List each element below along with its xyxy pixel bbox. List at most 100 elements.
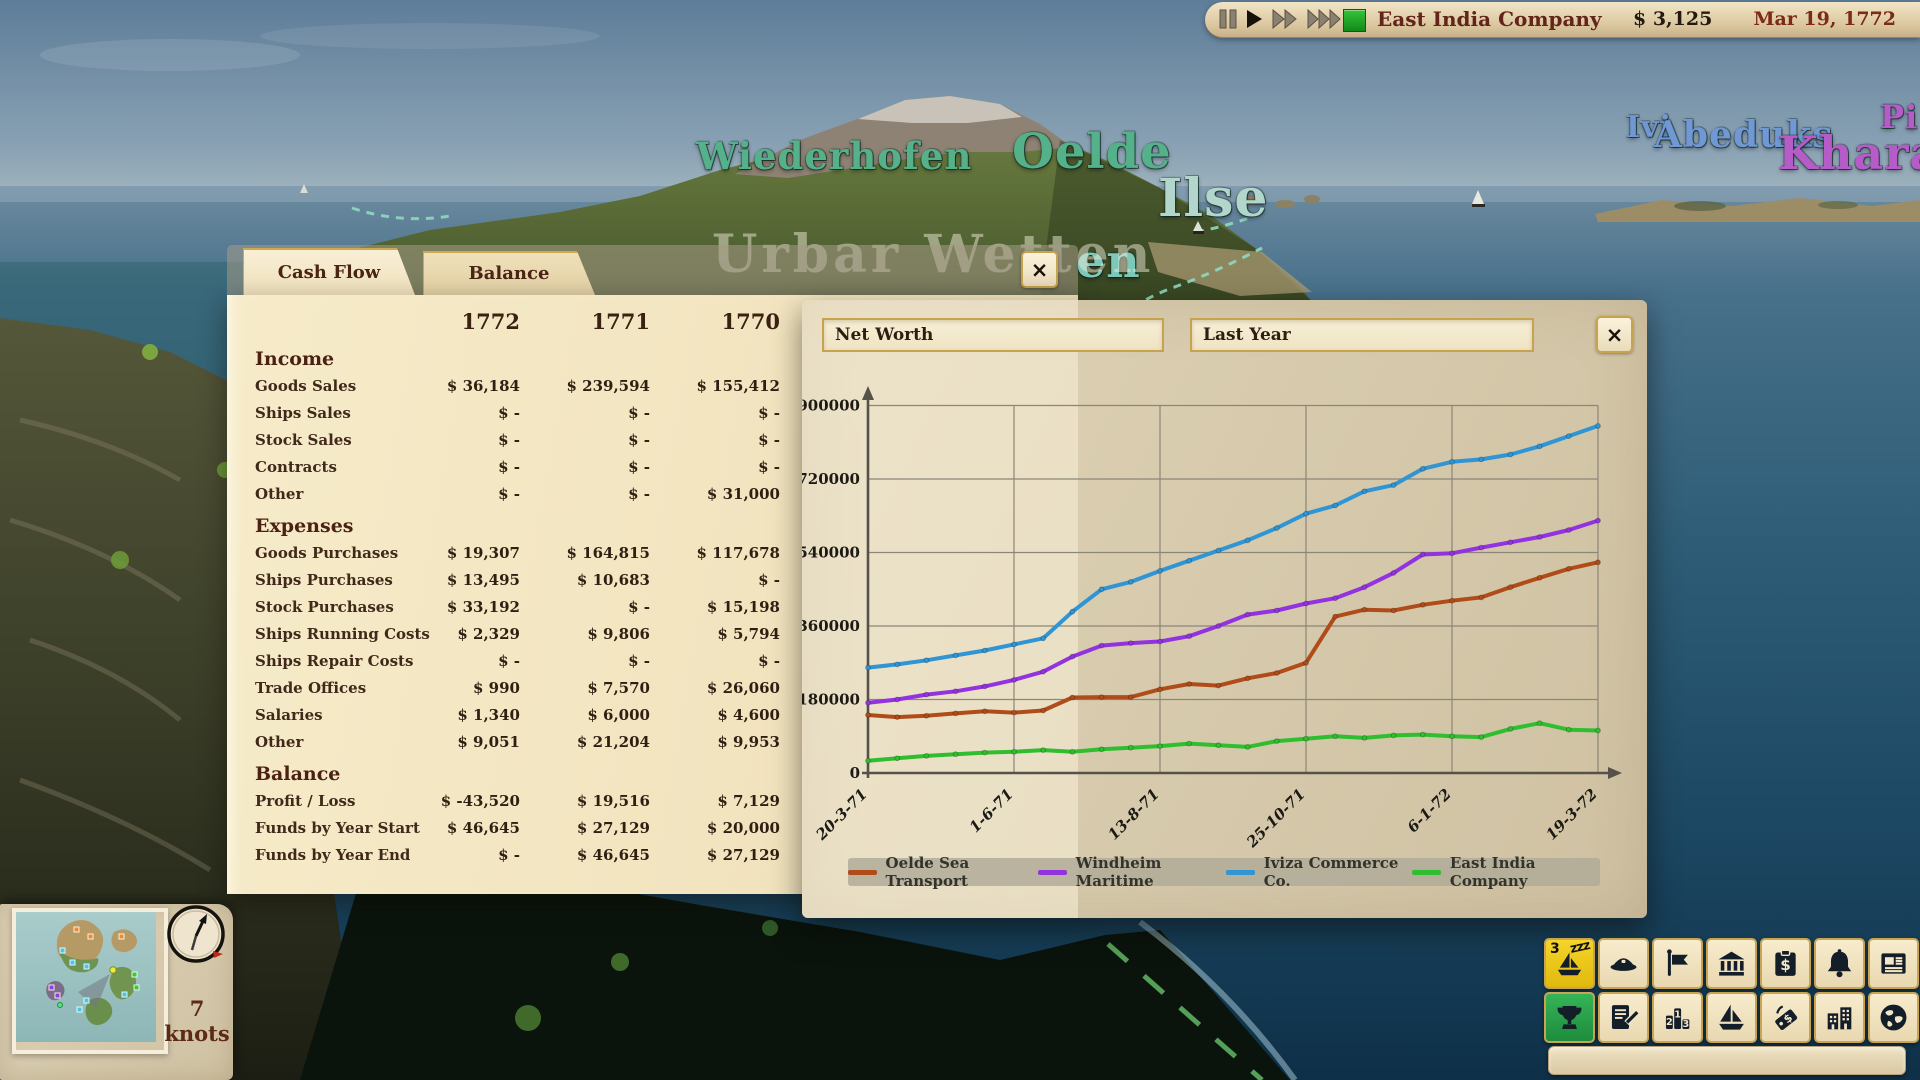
row-value: $ 117,678 <box>650 540 780 567</box>
y-axis-tick-label: 720000 <box>802 470 860 488</box>
tab-balance[interactable]: Balance <box>423 251 595 295</box>
tab-cash-flow[interactable]: Cash Flow <box>243 248 415 295</box>
row-value: $ 6,000 <box>520 702 650 729</box>
play-button[interactable] <box>1246 7 1263 31</box>
bank-button[interactable] <box>1706 938 1757 989</box>
bell-button[interactable] <box>1814 938 1865 989</box>
x-axis-tick-label: 25-10-71 <box>1242 785 1309 852</box>
row-value: $ - <box>390 427 520 454</box>
chart-legend: Oelde Sea TransportWindheim MaritimeIviz… <box>848 858 1600 886</box>
budget-button[interactable]: $ <box>1760 938 1811 989</box>
message-bar[interactable] <box>1548 1046 1906 1075</box>
row-value: $ 46,645 <box>390 815 520 842</box>
company-name: East India Company <box>1377 7 1602 31</box>
row-label: Stock Sales <box>255 427 352 454</box>
row-label: Other <box>255 481 303 508</box>
chart-line <box>868 521 1598 703</box>
town-label[interactable]: Ilse <box>1158 168 1268 229</box>
legend-label: Windheim Maritime <box>1076 854 1227 890</box>
row-value: $ 26,060 <box>650 675 780 702</box>
svg-text:2: 2 <box>1666 1017 1673 1028</box>
legend-label: Iviza Commerce Co. <box>1264 854 1413 890</box>
row-value: $ 21,204 <box>520 729 650 756</box>
row-value: $ - <box>520 648 650 675</box>
row-value: $ - <box>520 594 650 621</box>
row-label: Profit / Loss <box>255 788 355 815</box>
networth-chart-window: Net Worth Last Year × 018000036000054000… <box>802 300 1647 918</box>
x-axis-tick-label: 6-1-72 <box>1404 785 1455 836</box>
budget-icon: $ <box>1769 947 1802 980</box>
row-value: $ 31,000 <box>650 481 780 508</box>
trophy-button[interactable] <box>1544 992 1595 1043</box>
row-label: Stock Purchases <box>255 594 394 621</box>
captain-hat-icon <box>1607 947 1640 980</box>
row-value: $ - <box>650 427 780 454</box>
legend-label: East India Company <box>1450 854 1600 890</box>
finance-titlebar: Cash Flow Balance × <box>227 245 1078 295</box>
game-screen: WiederhofenOeldeIlseenUrbar WettenIviAbe… <box>0 0 1920 1080</box>
year-column-header: 1771 <box>520 309 650 334</box>
prices-button[interactable]: $ <box>1760 992 1811 1043</box>
row-value: $ 36,184 <box>390 373 520 400</box>
prices-icon: $ <box>1769 1001 1802 1034</box>
networth-line-chart: 018000036000054000072000090000020-3-711-… <box>802 300 1647 918</box>
globe-icon <box>1877 1001 1910 1034</box>
captain-hat-button[interactable] <box>1598 938 1649 989</box>
row-value: $ 9,051 <box>390 729 520 756</box>
contracts-icon <box>1607 1001 1640 1034</box>
row-value: $ 1,340 <box>390 702 520 729</box>
row-label: Trade Offices <box>255 675 366 702</box>
ships-button[interactable] <box>1706 992 1757 1043</box>
legend-swatch <box>848 870 877 875</box>
row-label: Ships Purchases <box>255 567 393 594</box>
rankings-button[interactable]: 213 <box>1652 992 1703 1043</box>
close-icon[interactable]: × <box>1021 251 1058 288</box>
row-value: $ - <box>650 400 780 427</box>
year-column-header: 1772 <box>390 309 520 334</box>
pause-button[interactable] <box>1219 7 1237 31</box>
row-value: $ 15,198 <box>650 594 780 621</box>
flag-button[interactable] <box>1652 938 1703 989</box>
legend-item: Iviza Commerce Co. <box>1226 854 1412 890</box>
row-value: $ 27,129 <box>520 815 650 842</box>
row-value: $ 5,794 <box>650 621 780 648</box>
compass-speed-dial <box>165 904 227 966</box>
legend-item: Windheim Maritime <box>1038 854 1226 890</box>
idle-count-badge: 3 <box>1550 941 1560 957</box>
minimap[interactable] <box>12 908 168 1054</box>
row-value: $ - <box>520 454 650 481</box>
flag-icon <box>1661 947 1694 980</box>
row-label: Goods Sales <box>255 373 356 400</box>
legend-item: Oelde Sea Transport <box>848 854 1038 890</box>
contracts-button[interactable] <box>1598 992 1649 1043</box>
year-column-header: 1770 <box>650 309 780 334</box>
player-money: $ 3,125 <box>1633 8 1712 30</box>
legend-label: Oelde Sea Transport <box>886 854 1039 890</box>
y-axis-tick-label: 540000 <box>802 544 860 562</box>
svg-text:1: 1 <box>1674 1010 1681 1021</box>
row-value: $ -43,520 <box>390 788 520 815</box>
idle-ships-button[interactable]: 3 zzz <box>1544 938 1595 989</box>
town-label[interactable]: Pi <box>1880 98 1918 136</box>
city-button[interactable] <box>1814 992 1865 1043</box>
sleep-zzz: zzz <box>1569 938 1591 957</box>
city-icon <box>1823 1001 1856 1034</box>
fastest-forward-button[interactable] <box>1307 7 1343 31</box>
town-label[interactable]: Oelde <box>1012 124 1172 180</box>
fast-forward-button[interactable] <box>1272 7 1298 31</box>
x-axis-tick-label: 20-3-71 <box>812 785 871 844</box>
newspaper-button[interactable] <box>1868 938 1919 989</box>
y-axis-tick-label: 0 <box>850 764 860 782</box>
row-label: Funds by Year End <box>255 842 410 869</box>
globe-button[interactable] <box>1868 992 1919 1043</box>
row-value: $ - <box>520 427 650 454</box>
company-color-swatch <box>1343 9 1366 32</box>
row-value: $ 27,129 <box>650 842 780 869</box>
row-value: $ 9,953 <box>650 729 780 756</box>
game-date: Mar 19, 1772 <box>1753 8 1896 30</box>
row-value: $ 155,412 <box>650 373 780 400</box>
row-value: $ 19,307 <box>390 540 520 567</box>
town-label[interactable]: Wiederhofen <box>696 134 972 178</box>
row-value: $ 990 <box>390 675 520 702</box>
x-axis-tick-label: 19-3-72 <box>1542 785 1600 843</box>
